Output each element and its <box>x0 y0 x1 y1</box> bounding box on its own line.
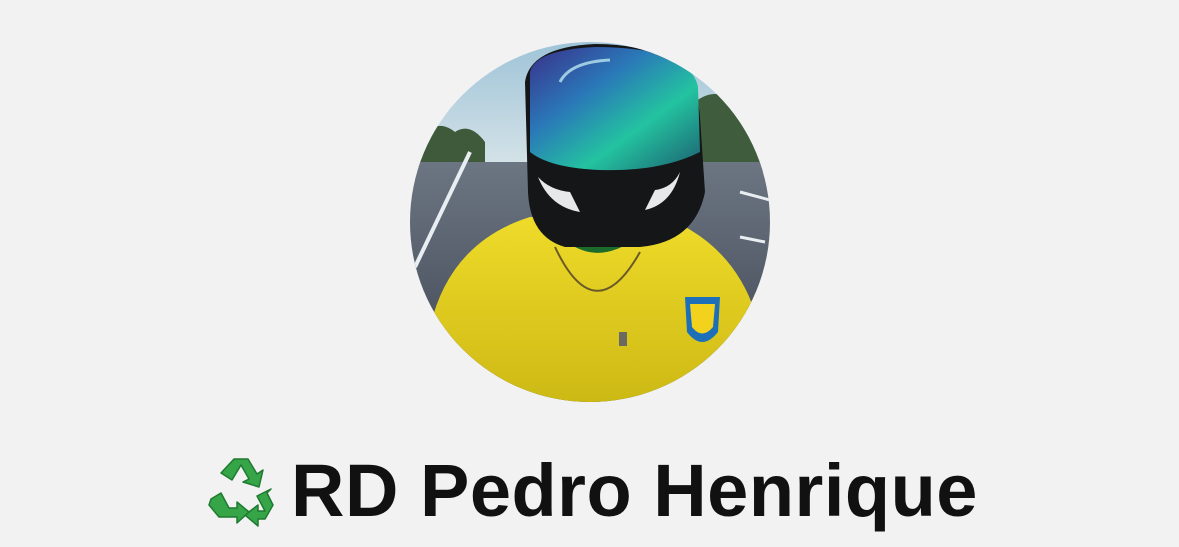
recycle-icon <box>203 453 280 529</box>
profile-header: RD Pedro Henrique <box>0 0 1179 547</box>
profile-name-row: RD Pedro Henrique <box>0 448 1179 534</box>
profile-display-name: RD Pedro Henrique <box>291 449 978 532</box>
avatar-photo <box>410 42 770 402</box>
profile-avatar[interactable] <box>410 42 770 402</box>
